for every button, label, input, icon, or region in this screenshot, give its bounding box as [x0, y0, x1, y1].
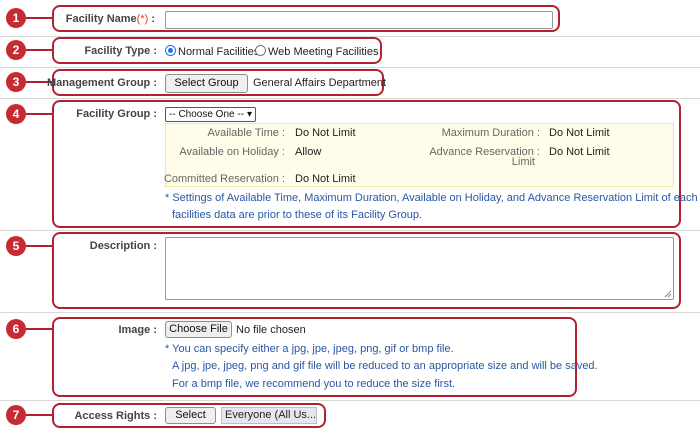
access-rights-select-button[interactable]: Select — [165, 407, 216, 424]
image-note-line3: For a bmp file, we recommend you to redu… — [172, 378, 456, 390]
access-rights-label: Access Rights : — [74, 410, 157, 422]
facility-group-note-line1: * Settings of Available Time, Maximum Du… — [165, 192, 698, 204]
radio-selected-icon[interactable] — [165, 45, 176, 56]
advance-reservation-value: Do Not Limit — [549, 146, 610, 158]
management-group-label: Management Group : — [46, 77, 157, 89]
callout-2-badge: 2 — [6, 40, 26, 60]
facility-group-note-line2: facilities data are prior to these of it… — [172, 209, 423, 221]
row-divider — [0, 67, 700, 68]
row-divider — [0, 400, 700, 401]
chevron-down-icon: ▾ — [246, 109, 252, 120]
facility-group-select-value: -- Choose One -- — [169, 109, 245, 120]
callout-connector — [26, 328, 52, 330]
facility-name-label: Facility Name(*) : — [65, 13, 155, 25]
available-on-holiday-label: Available on Holiday : — [179, 146, 285, 158]
radio-unselected-icon[interactable] — [255, 45, 266, 56]
facility-group-select[interactable]: -- Choose One -- ▾ — [165, 107, 256, 122]
row-divider — [0, 312, 700, 313]
callout-connector — [26, 49, 52, 51]
callout-connector — [26, 113, 52, 115]
callout-5-badge: 5 — [6, 236, 26, 256]
committed-reservation-value: Do Not Limit — [295, 173, 356, 185]
resize-handle-icon[interactable] — [664, 290, 672, 298]
facility-name-input[interactable] — [165, 11, 553, 29]
callout-6-badge: 6 — [6, 319, 26, 339]
available-time-label: Available Time : — [207, 127, 285, 139]
callout-connector — [26, 17, 52, 19]
available-on-holiday-value: Allow — [295, 146, 322, 158]
callout-4-badge: 4 — [6, 104, 26, 124]
choose-file-button[interactable]: Choose File — [165, 321, 232, 338]
callout-1-badge: 1 — [6, 8, 26, 28]
description-textarea[interactable] — [165, 237, 674, 300]
image-note-line2: A jpg, jpe, jpeg, png and gif file will … — [172, 360, 598, 372]
description-label: Description : — [89, 240, 157, 252]
access-rights-value[interactable]: Everyone (All Us... — [221, 407, 317, 424]
maximum-duration-label: Maximum Duration : — [441, 127, 540, 139]
image-note-line1: * You can specify either a jpg, jpe, jpe… — [165, 343, 454, 355]
image-label: Image : — [118, 324, 157, 336]
facility-type-label: Facility Type : — [84, 45, 157, 57]
callout-connector — [26, 245, 52, 247]
facility-group-label: Facility Group : — [76, 108, 157, 120]
available-time-value: Do Not Limit — [295, 127, 356, 139]
facility-type-option-normal[interactable]: Normal Facilities — [165, 45, 259, 58]
row-divider — [0, 98, 700, 99]
committed-reservation-label: Committed Reservation : — [163, 173, 285, 185]
callout-3-badge: 3 — [6, 72, 26, 92]
callout-7-badge: 7 — [6, 405, 26, 425]
advance-reservation-label-line2: Limit — [511, 156, 535, 168]
file-status-text: No file chosen — [236, 324, 306, 336]
management-group-value: General Affairs Department — [253, 77, 387, 89]
callout-connector — [26, 414, 52, 416]
facility-type-option-web-meeting[interactable]: Web Meeting Facilities — [255, 45, 378, 58]
row-divider — [0, 230, 700, 231]
maximum-duration-value: Do Not Limit — [549, 127, 610, 139]
select-group-button[interactable]: Select Group — [165, 74, 248, 93]
